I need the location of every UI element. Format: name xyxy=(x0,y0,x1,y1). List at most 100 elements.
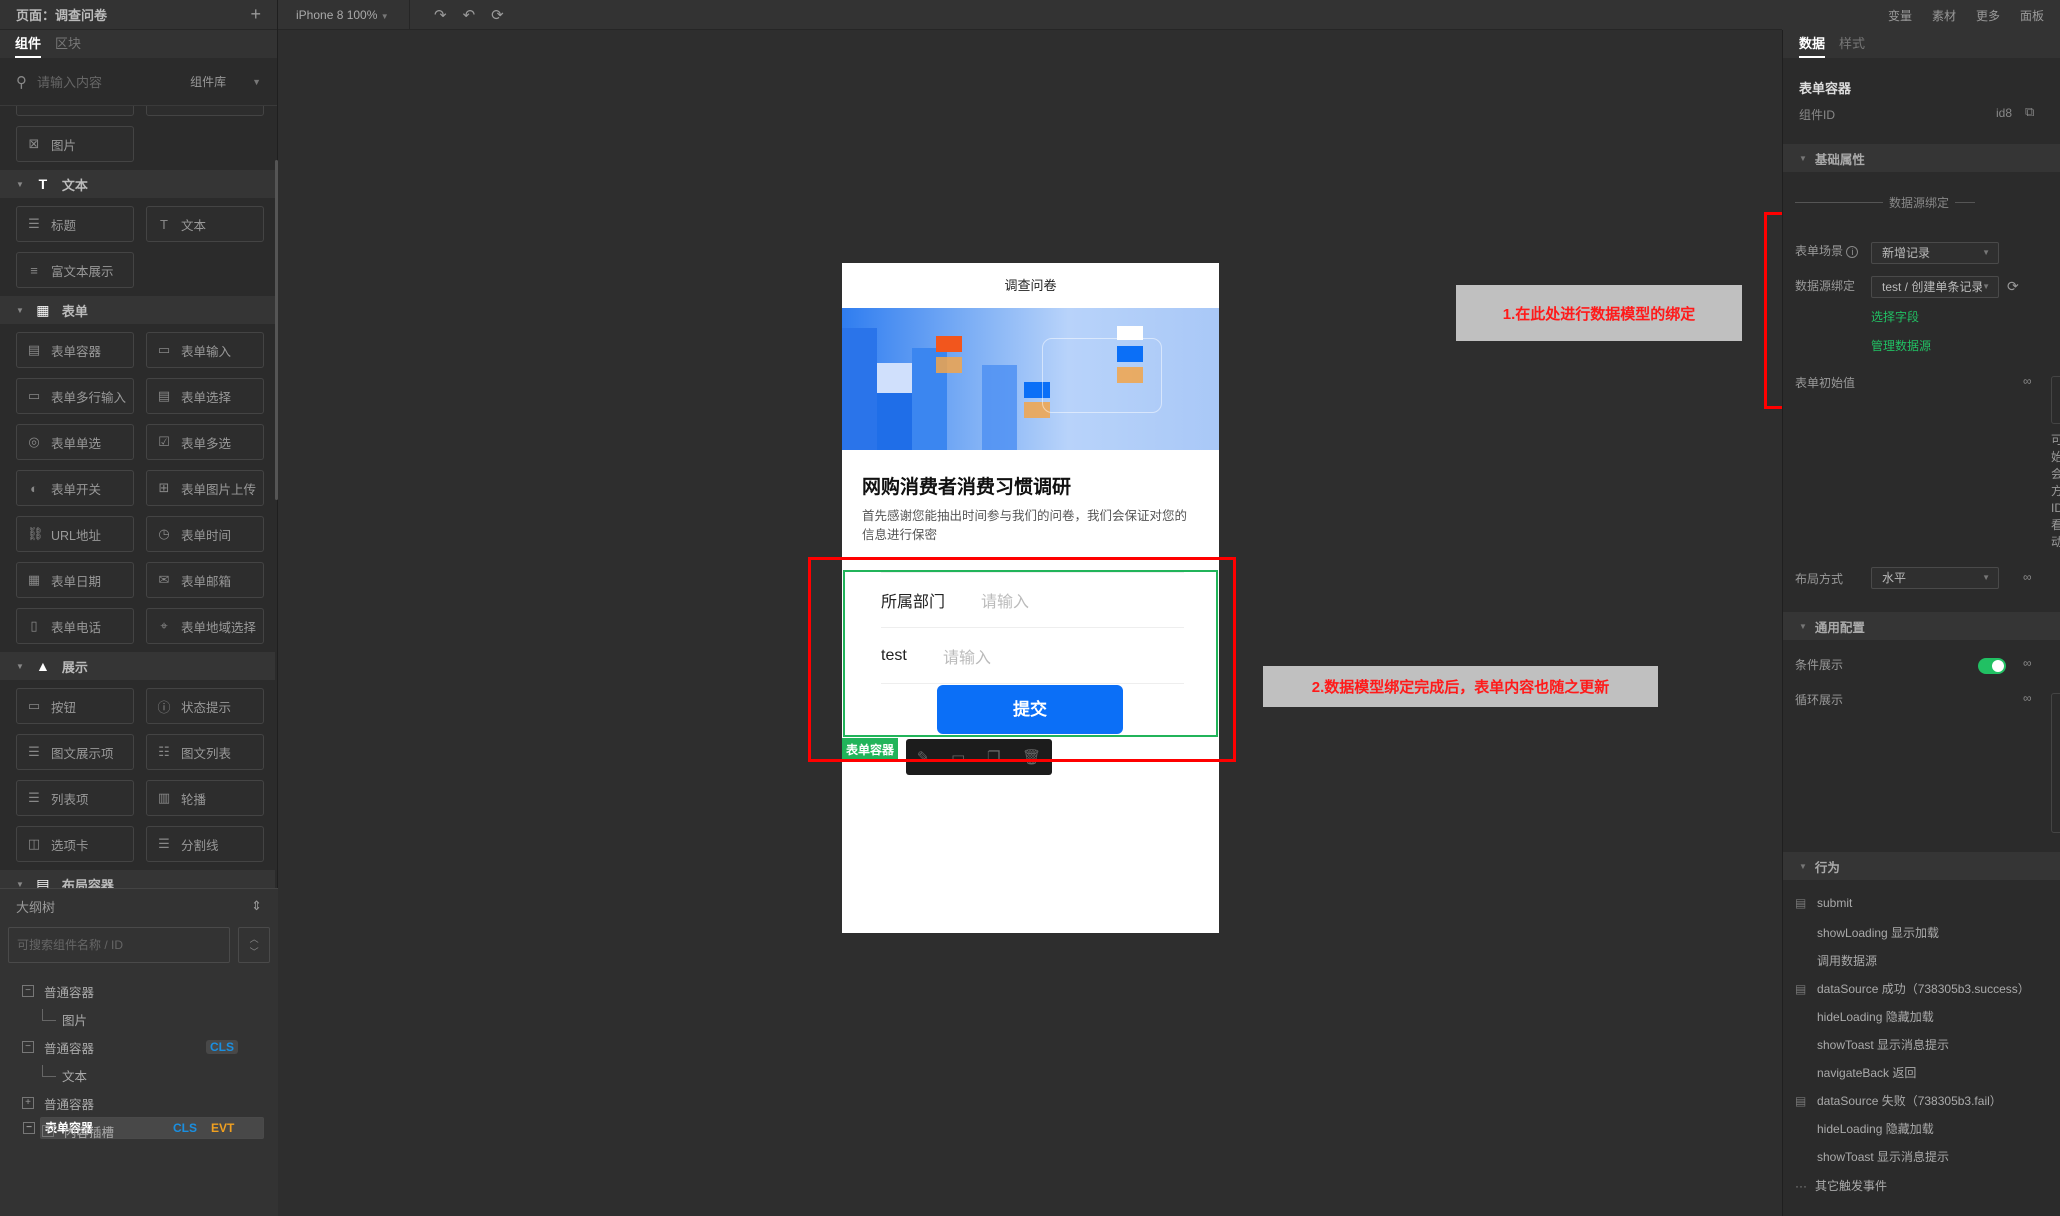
bind-icon[interactable]: ∞ xyxy=(2023,656,2032,670)
component-list[interactable]: T文本 ▣普通容器 ⊠图片 ▼T文本 ☰标题 T文本 ≡富文本展示 ▼▦表单 ▤表单容器 ▭… xyxy=(0,106,275,888)
collapse-toggle-icon[interactable]: ⇕ xyxy=(251,898,262,914)
scrollbar[interactable] xyxy=(275,160,278,500)
search-input[interactable]: 请输入内容 xyxy=(37,72,180,91)
behavior-event[interactable]: showToast 显示消息提示 xyxy=(1795,1148,1949,1165)
conditional-toggle[interactable] xyxy=(1978,658,2006,674)
loop-label: 循环展示 xyxy=(1795,693,1844,707)
component-item[interactable]: ▭ 表单多行输入 xyxy=(16,378,134,414)
behavior-event[interactable]: ▤ submit xyxy=(1795,896,1852,910)
tab-blocks[interactable]: 区块 xyxy=(55,30,81,58)
initial-value-editor[interactable] xyxy=(2051,376,2060,424)
refresh-icon[interactable]: ⟳ xyxy=(2007,278,2019,295)
collapse-icon[interactable]: − xyxy=(22,985,34,997)
tab-data[interactable]: 数据 xyxy=(1799,30,1826,58)
component-item[interactable]: ⓘ 状态提示 xyxy=(146,688,264,724)
component-item[interactable]: ◐ 表单开关 xyxy=(16,470,134,506)
component-item[interactable]: ⌖ 表单地域选择 xyxy=(146,608,264,644)
component-item[interactable]: ⛓ URL地址 xyxy=(16,516,134,552)
bind-icon[interactable]: ∞ xyxy=(2023,570,2032,584)
add-page-icon[interactable]: + xyxy=(250,4,261,25)
behavior-event[interactable]: showToast 显示消息提示 xyxy=(1795,1036,1949,1053)
expand-icon[interactable]: + xyxy=(42,1125,54,1137)
datasource-select[interactable]: test / 创建单条记录 ▼ xyxy=(1871,276,1999,298)
chevron-down-icon[interactable]: ﹀ xyxy=(250,945,259,958)
bind-icon[interactable]: ∞ xyxy=(2023,374,2032,388)
component-item[interactable]: ▥ 轮播 xyxy=(146,780,264,816)
component-item[interactable]: ☷ 图文列表 xyxy=(146,734,264,770)
component-item[interactable]: ☰ 列表项 xyxy=(16,780,134,816)
component-item[interactable]: ◫ 选项卡 xyxy=(16,826,134,862)
loop-editor[interactable] xyxy=(2051,693,2060,833)
component-item[interactable]: T文本 xyxy=(16,106,134,116)
banner-image[interactable] xyxy=(842,308,1219,450)
component-item[interactable]: ☰ 标题 xyxy=(16,206,134,242)
collapse-icon[interactable]: − xyxy=(22,1041,34,1053)
info-icon[interactable]: i xyxy=(1846,246,1859,258)
behavior-event[interactable]: 调用数据源 xyxy=(1795,952,1877,969)
tree-node[interactable]: + 普通容器 xyxy=(0,1089,278,1117)
behavior-event[interactable]: navigateBack 返回 xyxy=(1795,1064,1916,1081)
undo-icon[interactable]: ↶ xyxy=(463,6,476,24)
page-title[interactable]: 页面：调查问卷 xyxy=(16,5,107,24)
section-basic[interactable]: ▼ 基础属性 xyxy=(1783,144,2060,172)
section-header[interactable]: ▼ ▤ 布局容器 xyxy=(0,870,275,888)
component-item[interactable]: ▣普通容器 xyxy=(146,106,264,116)
hint-char: 会 xyxy=(2051,467,2060,481)
outline-search-input[interactable]: 可搜索组件名称 / ID xyxy=(8,927,231,963)
component-item[interactable]: ⊠ 图片 xyxy=(16,126,134,162)
component-item[interactable]: ◷ 表单时间 xyxy=(146,516,264,552)
redo-icon[interactable]: ↷ xyxy=(434,6,447,24)
behavior-event[interactable]: hideLoading 隐藏加载 xyxy=(1795,1120,1934,1137)
media-item-icon: ☰ xyxy=(28,744,40,759)
component-item[interactable]: ⊞ 表单图片上传 xyxy=(146,470,264,506)
bind-icon[interactable]: ∞ xyxy=(2023,691,2032,705)
chevron-down-icon[interactable]: ▼ xyxy=(252,77,261,87)
form-scene-select[interactable]: 新增记录 ▼ xyxy=(1871,242,1999,264)
tree-node[interactable]: 文本 xyxy=(0,1061,278,1089)
component-item[interactable]: ≡ 富文本展示 xyxy=(16,252,134,288)
menu-assets[interactable]: 素材 xyxy=(1932,7,1956,24)
section-header[interactable]: ▼ T 文本 xyxy=(0,170,275,198)
menu-more[interactable]: 更多 xyxy=(1976,7,2000,24)
component-item[interactable]: ☰ 分割线 xyxy=(146,826,264,862)
copy-icon[interactable]: ⧉ xyxy=(2025,104,2034,120)
tree-node[interactable]: − 普通容器 CLS xyxy=(0,1033,278,1061)
more-events[interactable]: ··· 其它触发事件 xyxy=(1795,1177,1887,1194)
tree-node[interactable]: 图片 xyxy=(0,1005,278,1033)
component-item[interactable]: ▦ 表单日期 xyxy=(16,562,134,598)
menu-variables[interactable]: 变量 xyxy=(1888,7,1912,24)
behavior-event[interactable]: ▤ dataSource 成功（738305b3.success） xyxy=(1795,980,2030,997)
section-header[interactable]: ▼ ▲ 展示 xyxy=(0,652,275,680)
behavior-event[interactable]: ▤ dataSource 失败（738305b3.fail） xyxy=(1795,1092,2002,1109)
tab-style[interactable]: 样式 xyxy=(1839,30,1865,58)
expand-icon[interactable]: + xyxy=(22,1097,34,1109)
select-fields-link[interactable]: 选择字段 xyxy=(1871,308,1919,325)
tree-node[interactable]: + 内容插槽 xyxy=(0,1117,278,1145)
component-item[interactable]: T文本 xyxy=(146,206,264,242)
layout-select[interactable]: 水平 ▼ xyxy=(1871,567,1999,589)
tree-node[interactable]: − 普通容器 xyxy=(0,977,278,1005)
refresh-icon[interactable]: ⟳ xyxy=(491,6,504,24)
behavior-event[interactable]: showLoading 显示加载 xyxy=(1795,924,1939,941)
library-select[interactable]: 组件库 xyxy=(190,73,226,90)
component-item[interactable]: ✉ 表单邮箱 xyxy=(146,562,264,598)
component-item[interactable]: ◎ 表单单选 xyxy=(16,424,134,460)
manage-datasource-link[interactable]: 管理数据源 xyxy=(1871,337,1931,354)
tab-components[interactable]: 组件 xyxy=(15,30,42,58)
component-item[interactable]: ▤ 表单选择 xyxy=(146,378,264,414)
section-behavior[interactable]: ▼ 行为 xyxy=(1783,852,2060,880)
component-item[interactable]: ▯ 表单电话 xyxy=(16,608,134,644)
behavior-event[interactable]: hideLoading 隐藏加载 xyxy=(1795,1008,1934,1025)
menu-panel[interactable]: 面板 xyxy=(2020,7,2044,24)
component-item[interactable]: ▭ 按钮 xyxy=(16,688,134,724)
chevron-up-icon[interactable]: ︿ xyxy=(250,932,259,945)
component-item[interactable]: ▭ 表单输入 xyxy=(146,332,264,368)
component-item[interactable]: ☑ 表单多选 xyxy=(146,424,264,460)
outline-nav[interactable]: ︿ ﹀ xyxy=(238,927,270,963)
page-selector[interactable]: 页面：调查问卷 + xyxy=(0,0,277,30)
section-header[interactable]: ▼ ▦ 表单 xyxy=(0,296,275,324)
component-item[interactable]: ☰ 图文展示项 xyxy=(16,734,134,770)
device-select[interactable]: iPhone 8 100% ▼ xyxy=(278,0,410,30)
section-common[interactable]: ▼ 通用配置 xyxy=(1783,612,2060,640)
component-item[interactable]: ▤ 表单容器 xyxy=(16,332,134,368)
